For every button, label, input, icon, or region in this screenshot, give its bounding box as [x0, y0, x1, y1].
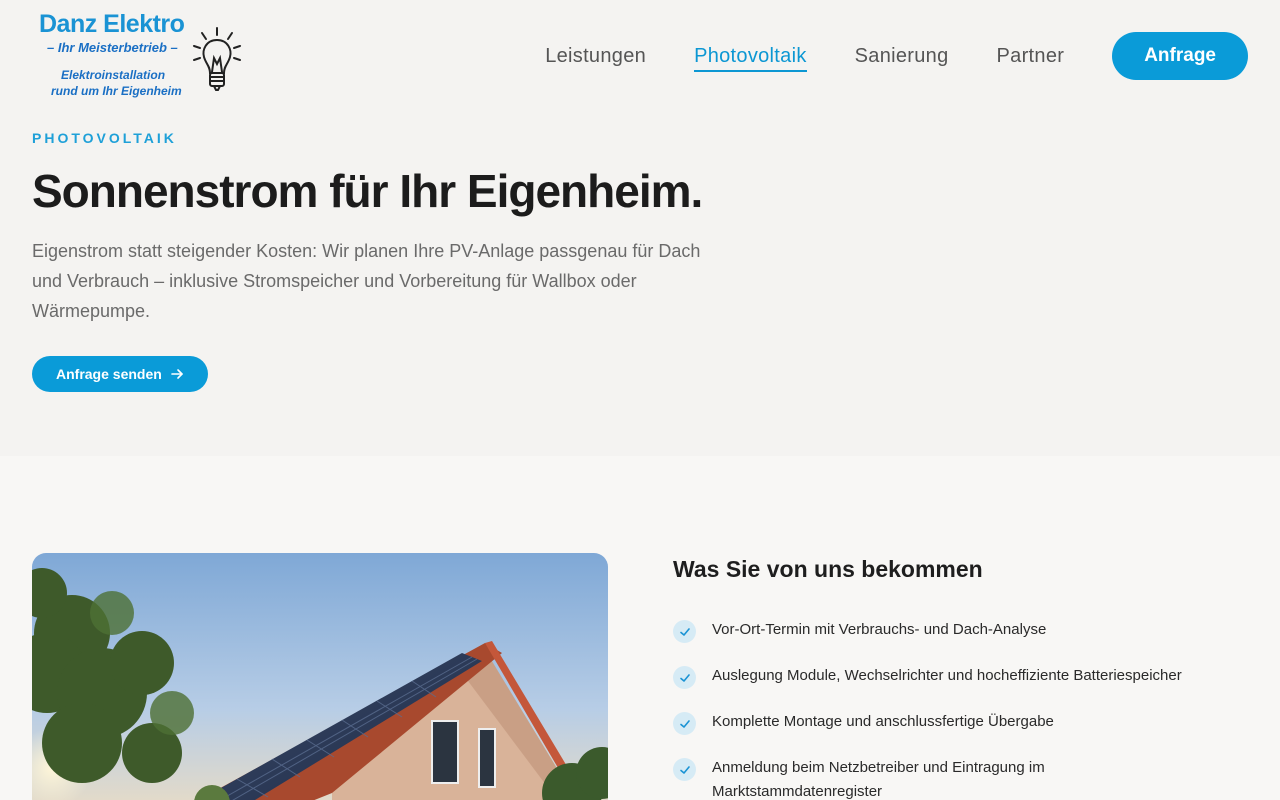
anfrage-senden-label: Anfrage senden [56, 366, 162, 382]
nav-item-sanierung[interactable]: Sanierung [855, 41, 949, 72]
check-icon [673, 712, 696, 735]
lightbulb-icon [193, 27, 241, 91]
benefit-text: Anmeldung beim Netzbetreiber und Eintrag… [712, 759, 1045, 800]
logo-line-2: rund um Ihr Eigenheim [51, 84, 182, 98]
nav-item-leistungen[interactable]: Leistungen [545, 41, 646, 72]
benefits-section: Was Sie von uns bekommen Vor-Ort-Termin … [0, 456, 1280, 800]
hero-description: Eigenstrom statt steigender Kosten: Wir … [32, 241, 701, 321]
arrow-right-icon [171, 369, 183, 379]
hero-eyebrow: PHOTOVOLTAIK [32, 130, 177, 146]
main-nav: Leistungen Photovoltaik Sanierung Partne… [545, 32, 1248, 80]
anfrage-senden-button[interactable]: Anfrage senden [32, 356, 208, 392]
check-icon [673, 620, 696, 643]
check-icon [673, 758, 696, 781]
benefits-title: Was Sie von uns bekommen [673, 556, 983, 582]
logo-line-1: Elektroinstallation [61, 68, 166, 82]
site-header: Danz Elektro – Ihr Meisterbetrieb – Elek… [0, 0, 1280, 112]
benefit-text: Auslegung Module, Wechselrichter und hoc… [712, 667, 1182, 684]
benefit-item: Auslegung Module, Wechselrichter und hoc… [673, 664, 1252, 689]
anfrage-button[interactable]: Anfrage [1112, 32, 1248, 80]
nav-item-photovoltaik[interactable]: Photovoltaik [694, 41, 807, 72]
page-title: Sonnenstrom für Ihr Eigenheim. [32, 165, 703, 217]
logo-tagline: – Ihr Meisterbetrieb – [47, 40, 178, 55]
house-solar-roof-image [32, 553, 608, 800]
logo[interactable]: Danz Elektro – Ihr Meisterbetrieb – Elek… [32, 10, 252, 102]
benefit-text: Komplette Montage und anschlussfertige Ü… [712, 713, 1054, 730]
benefit-item: Anmeldung beim Netzbetreiber und Eintrag… [673, 756, 1112, 800]
benefit-item: Vor-Ort-Termin mit Verbrauchs- und Dach-… [673, 618, 1252, 643]
hero-section: PHOTOVOLTAIK Sonnenstrom für Ihr Eigenhe… [0, 112, 1280, 456]
benefit-item: Komplette Montage und anschlussfertige Ü… [673, 710, 1252, 735]
logo-name: Danz Elektro [39, 10, 185, 38]
nav-item-partner[interactable]: Partner [997, 41, 1065, 72]
benefit-text: Vor-Ort-Termin mit Verbrauchs- und Dach-… [712, 621, 1047, 638]
check-icon [673, 666, 696, 689]
